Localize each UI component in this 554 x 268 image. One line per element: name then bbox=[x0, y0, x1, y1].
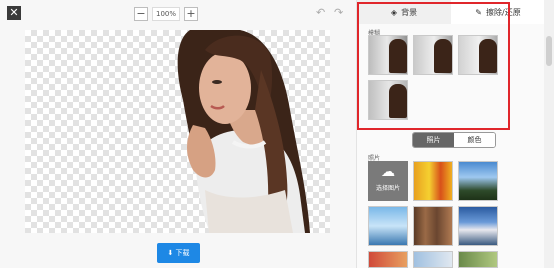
photo-thumb-2[interactable] bbox=[458, 161, 498, 201]
zoom-out-button[interactable]: − bbox=[134, 7, 148, 21]
blur-thumb-low[interactable] bbox=[413, 35, 453, 75]
photo-thumb-8[interactable] bbox=[458, 251, 498, 268]
thumb-hair bbox=[389, 39, 407, 73]
thumb-hair bbox=[479, 39, 497, 73]
subject-photo bbox=[177, 30, 310, 233]
photo-thumb-6[interactable] bbox=[368, 251, 408, 268]
photo-thumb-7[interactable] bbox=[413, 251, 453, 268]
image-canvas[interactable] bbox=[25, 30, 330, 233]
panel-scrollbar[interactable] bbox=[544, 0, 554, 268]
download-button[interactable]: ⬇ 下载 bbox=[157, 243, 200, 263]
photo-thumb-4[interactable] bbox=[413, 206, 453, 246]
redo-icon: ↷ bbox=[334, 6, 344, 19]
blur-thumb-medium[interactable] bbox=[458, 35, 498, 75]
photo-thumb-1[interactable] bbox=[413, 161, 453, 201]
toggle-photo[interactable]: 照片 bbox=[413, 133, 454, 147]
scrollbar-thumb[interactable] bbox=[546, 36, 552, 66]
tab-background[interactable]: ◈ 背景 bbox=[357, 0, 451, 24]
zoom-in-button[interactable]: + bbox=[184, 7, 198, 21]
upload-label: 选择图片 bbox=[375, 185, 400, 192]
panel-tabs: ◈ 背景 ✎ 擦除/还原 bbox=[357, 0, 545, 24]
tab-background-label: 背景 bbox=[401, 7, 418, 17]
download-icon: ⬇ bbox=[167, 249, 174, 257]
close-button[interactable]: ✕ bbox=[7, 6, 21, 20]
toggle-color[interactable]: 颜色 bbox=[454, 133, 495, 147]
app-root: ✕ − 100% + ↶ ↷ ⬇ 下载 ◈ 背景 ✎ 擦除/还原 模糊 照片 颜… bbox=[0, 0, 554, 268]
thumb-hair bbox=[389, 84, 407, 118]
photo-thumb-5[interactable] bbox=[458, 206, 498, 246]
thumb-hair bbox=[434, 39, 452, 73]
zoom-controls: − 100% + bbox=[134, 6, 198, 22]
close-icon: ✕ bbox=[9, 6, 19, 19]
redo-button[interactable]: ↷ bbox=[334, 6, 343, 19]
download-label: 下载 bbox=[175, 249, 190, 257]
background-type-toggle: 照片 颜色 bbox=[412, 132, 496, 148]
blur-thumb-none[interactable] bbox=[368, 35, 408, 75]
tab-erase-restore[interactable]: ✎ 擦除/还原 bbox=[451, 0, 545, 24]
blur-thumb-high[interactable] bbox=[368, 80, 408, 120]
undo-icon: ↶ bbox=[316, 6, 326, 19]
photo-thumb-3[interactable] bbox=[368, 206, 408, 246]
upload-cloud-icon: ☁ bbox=[381, 164, 395, 180]
zoom-value: 100% bbox=[152, 7, 180, 21]
editor-area: ✕ − 100% + ↶ ↷ ⬇ 下载 bbox=[0, 0, 356, 268]
tab-erase-restore-label: 擦除/还原 bbox=[486, 7, 521, 17]
upload-image-button[interactable]: ☁ 选择图片 bbox=[368, 161, 408, 201]
undo-button[interactable]: ↶ bbox=[316, 6, 325, 19]
layers-icon: ◈ bbox=[390, 7, 398, 17]
eraser-icon: ✎ bbox=[475, 7, 482, 17]
